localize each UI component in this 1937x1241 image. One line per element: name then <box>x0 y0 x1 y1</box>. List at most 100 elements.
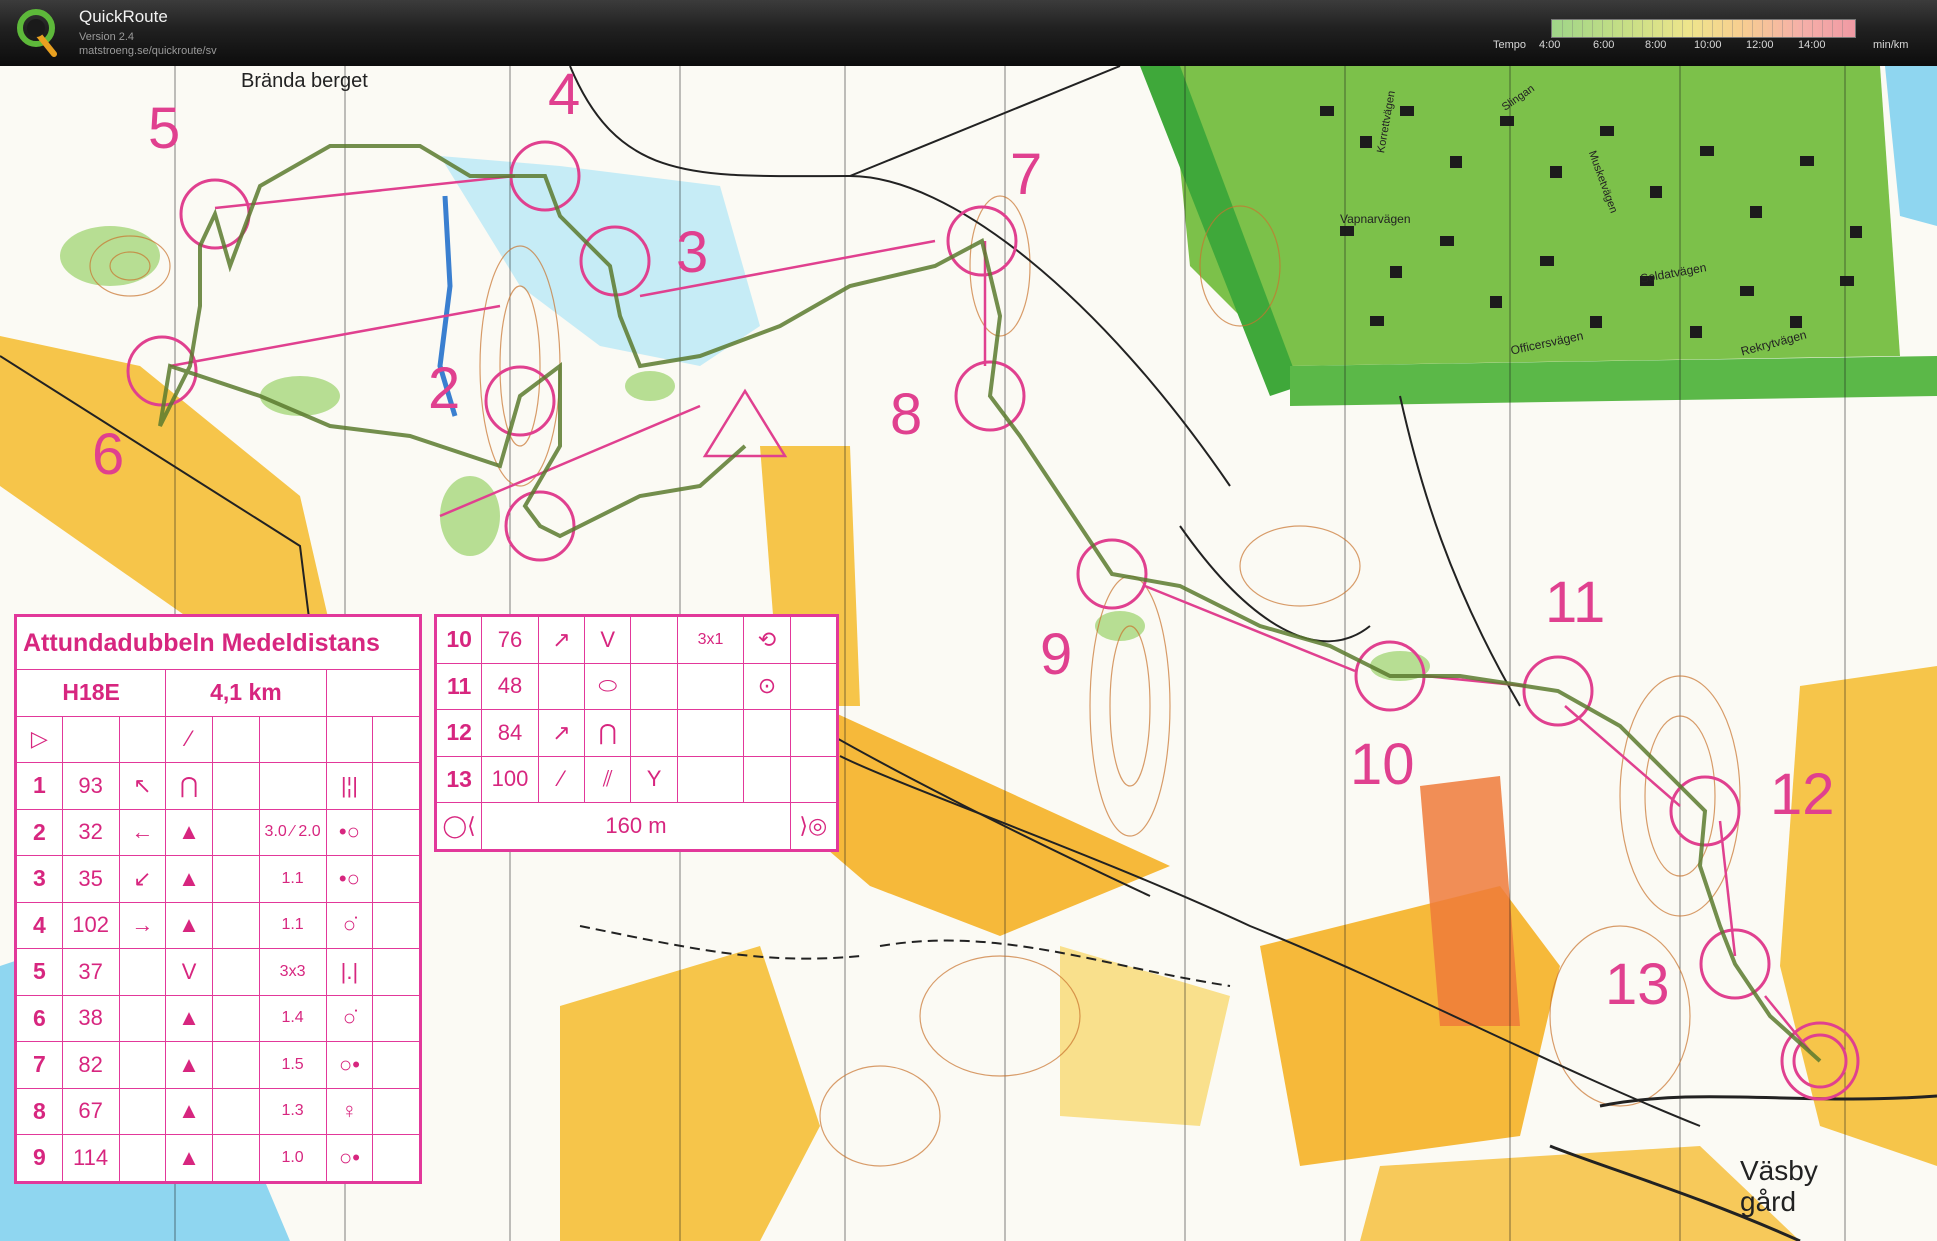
tempo-tick: 10:00 <box>1694 39 1722 51</box>
control-number-10: 10 <box>1350 732 1415 797</box>
description-cell <box>211 1134 260 1182</box>
description-cell: •○ <box>325 808 374 856</box>
description-cell <box>372 762 420 810</box>
description-cell: → <box>118 901 167 949</box>
description-cell <box>211 1087 260 1135</box>
description-cell <box>211 808 260 856</box>
description-cell: 3x1 <box>676 616 745 664</box>
description-cell <box>118 1087 167 1135</box>
description-cell <box>372 994 420 1042</box>
description-cell: |.| <box>325 948 374 996</box>
description-cell <box>211 901 260 949</box>
description-cell: 84 <box>481 709 539 757</box>
description-cell: 1 <box>16 762 63 810</box>
field-east <box>1780 666 1937 1166</box>
description-cell: 93 <box>61 762 120 810</box>
description-cell: ▲ <box>165 1134 213 1182</box>
description-cell <box>676 709 745 757</box>
description-cell <box>743 709 791 757</box>
description-cell <box>372 855 420 903</box>
description-cell <box>372 1134 420 1182</box>
place-name: Brända berget <box>241 70 368 92</box>
description-cell: ⬭ <box>584 662 632 710</box>
description-cell: ○• <box>325 1134 374 1182</box>
leg-11-12 <box>1564 705 1681 807</box>
description-cell <box>537 662 586 710</box>
course-length: 4,1 km <box>165 669 327 717</box>
tempo-tick: 8:00 <box>1645 39 1667 51</box>
description-cell <box>325 669 421 717</box>
orienteering-map[interactable]: 2 3 4 5 6 7 8 9 10 11 12 13 Brända berge… <box>0 66 1937 1241</box>
description-cell <box>630 616 678 664</box>
description-cell <box>372 1087 420 1135</box>
tempo-color-scale <box>1551 19 1856 38</box>
place-name: Väsby gård <box>1740 1155 1818 1217</box>
description-cell: 3x3 <box>258 948 327 996</box>
control-number-7: 7 <box>1010 142 1043 207</box>
control-number-13: 13 <box>1605 952 1670 1017</box>
quickroute-logo-icon <box>17 9 57 57</box>
description-row: 7 82 ▲ 1.5 ○• <box>16 1041 420 1089</box>
description-row: 3 35 ↙ ▲ 1.1 •○ <box>16 855 420 903</box>
description-cell <box>61 715 120 763</box>
description-cell: ▲ <box>165 1041 213 1089</box>
description-cell <box>789 616 838 664</box>
description-cell: V <box>584 616 632 664</box>
description-cell <box>211 762 260 810</box>
tempo-tick: 6:00 <box>1593 39 1615 51</box>
control-number-12: 12 <box>1770 762 1835 827</box>
control-number-11: 11 <box>1545 570 1606 635</box>
tempo-tick: 14:00 <box>1798 39 1826 51</box>
description-cell: 9 <box>16 1134 63 1182</box>
description-cell: ⫽ <box>584 755 632 803</box>
description-row: 8 67 ▲ 1.3 ♀ <box>16 1087 420 1135</box>
tempo-tick: 12:00 <box>1746 39 1774 51</box>
description-cell: 37 <box>61 948 120 996</box>
control-descriptions-right: 10 76 ↗ V 3x1 ⟲ 11 48 ⬭ ⊙ 12 84 ↗ ⋂ 13 100 ⁄ ⫽ Y ◯⟨ 160… <box>434 614 839 852</box>
description-cell <box>372 808 420 856</box>
control-number-9: 9 <box>1040 622 1073 687</box>
description-row: 10 76 ↗ V 3x1 ⟲ <box>435 616 838 664</box>
water-north <box>440 156 760 366</box>
description-cell <box>211 1041 260 1089</box>
description-cell <box>118 948 167 996</box>
description-cell: 5 <box>16 948 63 996</box>
description-cell <box>676 755 745 803</box>
description-cell: ▲ <box>165 1087 213 1135</box>
description-cell <box>118 1134 167 1182</box>
description-cell <box>118 994 167 1042</box>
start-triangle-icon: ▷ <box>16 715 63 763</box>
description-cell: •○ <box>325 855 374 903</box>
description-row: 4 102 → ▲ 1.1 ○̇ <box>16 901 420 949</box>
description-cell <box>372 901 420 949</box>
control-number-3: 3 <box>676 220 709 285</box>
description-cell: 1.1 <box>258 855 327 903</box>
description-cell: Y <box>630 755 678 803</box>
description-cell: ○• <box>325 1041 374 1089</box>
description-row: 1 93 ↖ ⋂ |¦| <box>16 762 420 810</box>
description-cell <box>630 662 678 710</box>
tempo-label: Tempo <box>1493 39 1527 51</box>
description-cell: ⋂ <box>584 709 632 757</box>
description-cell: ▲ <box>165 901 213 949</box>
description-cell <box>743 755 791 803</box>
description-cell: 10 <box>435 616 483 664</box>
control-number-8: 8 <box>890 382 923 447</box>
description-cell: 48 <box>481 662 539 710</box>
description-cell: 8 <box>16 1087 63 1135</box>
app-header: QuickRoute Version 2.4 matstroeng.se/qui… <box>0 0 1937 66</box>
description-cell: 11 <box>435 662 483 710</box>
description-cell: ⊙ <box>743 662 791 710</box>
app-title: QuickRoute <box>79 7 168 26</box>
description-cell: ⟲ <box>743 616 791 664</box>
description-cell: 1.4 <box>258 994 327 1042</box>
description-cell <box>789 755 838 803</box>
description-cell: 12 <box>435 709 483 757</box>
description-cell: ○̇ <box>325 994 374 1042</box>
field-south-center <box>800 706 1170 936</box>
finish-end-icon: ⟩◎ <box>789 802 838 850</box>
description-cell: ▲ <box>165 994 213 1042</box>
leg-9-10 <box>1144 584 1356 673</box>
description-row: 5 37 V 3x3 |.| <box>16 948 420 996</box>
description-cell: ♀ <box>325 1087 374 1135</box>
